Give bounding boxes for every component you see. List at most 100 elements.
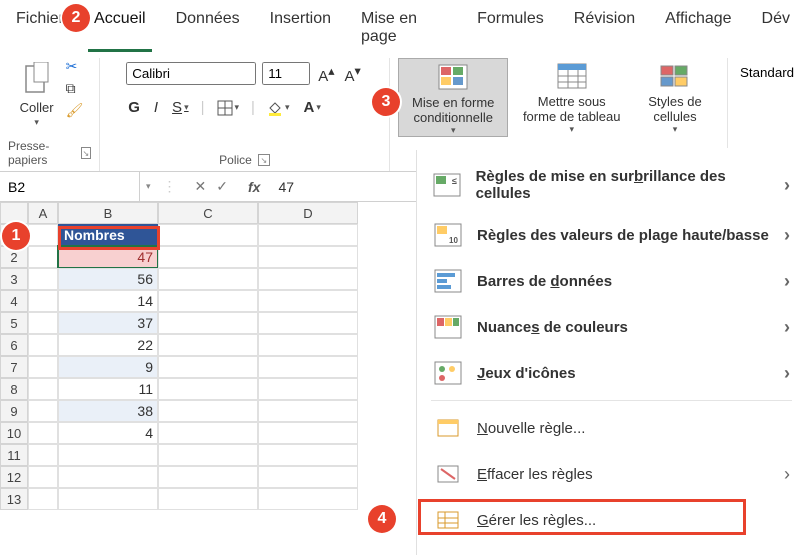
cancel-icon[interactable]: ✕ <box>195 178 207 195</box>
decrease-font-icon[interactable]: A▾ <box>343 63 363 85</box>
cell-D4[interactable] <box>258 290 358 312</box>
fx-icon[interactable]: fx <box>240 179 268 195</box>
cell-B3[interactable]: 56 <box>58 268 158 290</box>
cell-styles-button[interactable]: Styles de cellules▾ <box>635 58 715 135</box>
conditional-formatting-button[interactable]: Mise en forme conditionnelle▾ <box>398 58 508 137</box>
cell-D5[interactable] <box>258 312 358 334</box>
cell-C4[interactable] <box>158 290 258 312</box>
cell-D7[interactable] <box>258 356 358 378</box>
name-box[interactable] <box>0 172 140 201</box>
row-header-8[interactable]: 8 <box>0 378 28 400</box>
format-painter-icon[interactable]: 🖌 <box>66 102 84 120</box>
cell-D13[interactable] <box>258 488 358 510</box>
menu-top-bottom-rules[interactable]: 10 Règles des valeurs de plage haute/bas… <box>423 212 800 258</box>
italic-button[interactable]: I <box>152 99 160 116</box>
cell-A7[interactable] <box>28 356 58 378</box>
cell-C7[interactable] <box>158 356 258 378</box>
format-as-table-button[interactable]: Mettre sous forme de tableau▾ <box>516 58 627 135</box>
tab-accueil[interactable]: Accueil <box>88 6 152 52</box>
cell-D8[interactable] <box>258 378 358 400</box>
cell-D6[interactable] <box>258 334 358 356</box>
fill-color-button[interactable]: ▾ <box>265 100 292 116</box>
menu-color-scales[interactable]: Nuances de couleurs › <box>423 304 800 350</box>
cell-B11[interactable] <box>58 444 158 466</box>
cell-D1[interactable] <box>258 224 358 246</box>
row-header-10[interactable]: 10 <box>0 422 28 444</box>
row-header-3[interactable]: 3 <box>0 268 28 290</box>
cell-A12[interactable] <box>28 466 58 488</box>
cell-C10[interactable] <box>158 422 258 444</box>
menu-highlight-rules[interactable]: ≤ Règles de mise en surbrillance des cel… <box>423 158 800 212</box>
row-header-4[interactable]: 4 <box>0 290 28 312</box>
cell-B2[interactable]: 47 <box>58 246 158 268</box>
row-header-12[interactable]: 12 <box>0 466 28 488</box>
cell-C2[interactable] <box>158 246 258 268</box>
cell-D3[interactable] <box>258 268 358 290</box>
cell-D11[interactable] <box>258 444 358 466</box>
dialog-launcher-icon[interactable]: ↘ <box>81 147 91 159</box>
cell-B5[interactable]: 37 <box>58 312 158 334</box>
menu-icon-sets[interactable]: Jeux d'icônes › <box>423 350 800 396</box>
cell-A2[interactable] <box>28 246 58 268</box>
cell-D2[interactable] <box>258 246 358 268</box>
col-header-B[interactable]: B <box>58 202 158 224</box>
increase-font-icon[interactable]: A▴ <box>316 63 336 85</box>
cell-D12[interactable] <box>258 466 358 488</box>
cell-A4[interactable] <box>28 290 58 312</box>
cell-B6[interactable]: 22 <box>58 334 158 356</box>
row-header-11[interactable]: 11 <box>0 444 28 466</box>
tab-revision[interactable]: Révision <box>568 6 641 52</box>
cell-B13[interactable] <box>58 488 158 510</box>
cell-A10[interactable] <box>28 422 58 444</box>
cell-A9[interactable] <box>28 400 58 422</box>
row-header-7[interactable]: 7 <box>0 356 28 378</box>
copy-icon[interactable]: ⧉ <box>66 80 84 98</box>
cell-B8[interactable]: 11 <box>58 378 158 400</box>
row-header-13[interactable]: 13 <box>0 488 28 510</box>
paste-button[interactable]: Coller ▾ <box>16 58 58 132</box>
tab-insertion[interactable]: Insertion <box>264 6 337 52</box>
underline-button[interactable]: S▾ <box>170 99 191 116</box>
tab-affichage[interactable]: Affichage <box>659 6 737 52</box>
tab-fichier[interactable]: Fichier <box>10 6 70 52</box>
cell-C1[interactable] <box>158 224 258 246</box>
select-all-corner[interactable] <box>0 202 28 224</box>
cell-C3[interactable] <box>158 268 258 290</box>
cell-B12[interactable] <box>58 466 158 488</box>
cell-C9[interactable] <box>158 400 258 422</box>
cell-D9[interactable] <box>258 400 358 422</box>
enter-icon[interactable]: ✓ <box>216 178 228 195</box>
cell-B1[interactable]: Nombres <box>58 224 158 246</box>
cell-C11[interactable] <box>158 444 258 466</box>
tab-dev[interactable]: Dév <box>756 6 796 52</box>
cell-A11[interactable] <box>28 444 58 466</box>
cell-A1[interactable] <box>28 224 58 246</box>
col-header-C[interactable]: C <box>158 202 258 224</box>
cell-B4[interactable]: 14 <box>58 290 158 312</box>
dialog-launcher-icon[interactable]: ↘ <box>258 154 270 166</box>
menu-manage-rules[interactable]: Gérer les règles... <box>423 497 800 543</box>
cell-D10[interactable] <box>258 422 358 444</box>
cell-A5[interactable] <box>28 312 58 334</box>
menu-data-bars[interactable]: Barres de données › <box>423 258 800 304</box>
cell-B9[interactable]: 38 <box>58 400 158 422</box>
tab-formules[interactable]: Formules <box>471 6 550 52</box>
cell-B7[interactable]: 9 <box>58 356 158 378</box>
cell-C13[interactable] <box>158 488 258 510</box>
menu-clear-rules[interactable]: Effacer les règles › <box>423 451 800 497</box>
row-header-9[interactable]: 9 <box>0 400 28 422</box>
cell-C8[interactable] <box>158 378 258 400</box>
number-format-select[interactable] <box>740 65 798 80</box>
tab-miseenpage[interactable]: Mise en page <box>355 6 453 52</box>
col-header-A[interactable]: A <box>28 202 58 224</box>
borders-button[interactable]: ▾ <box>215 100 242 116</box>
row-header-5[interactable]: 5 <box>0 312 28 334</box>
font-size-input[interactable] <box>262 62 310 85</box>
bold-button[interactable]: G <box>126 99 142 116</box>
cell-A3[interactable] <box>28 268 58 290</box>
tab-donnees[interactable]: Données <box>170 6 246 52</box>
font-color-button[interactable]: A▾ <box>301 99 322 116</box>
row-header-6[interactable]: 6 <box>0 334 28 356</box>
cell-B10[interactable]: 4 <box>58 422 158 444</box>
cell-A13[interactable] <box>28 488 58 510</box>
